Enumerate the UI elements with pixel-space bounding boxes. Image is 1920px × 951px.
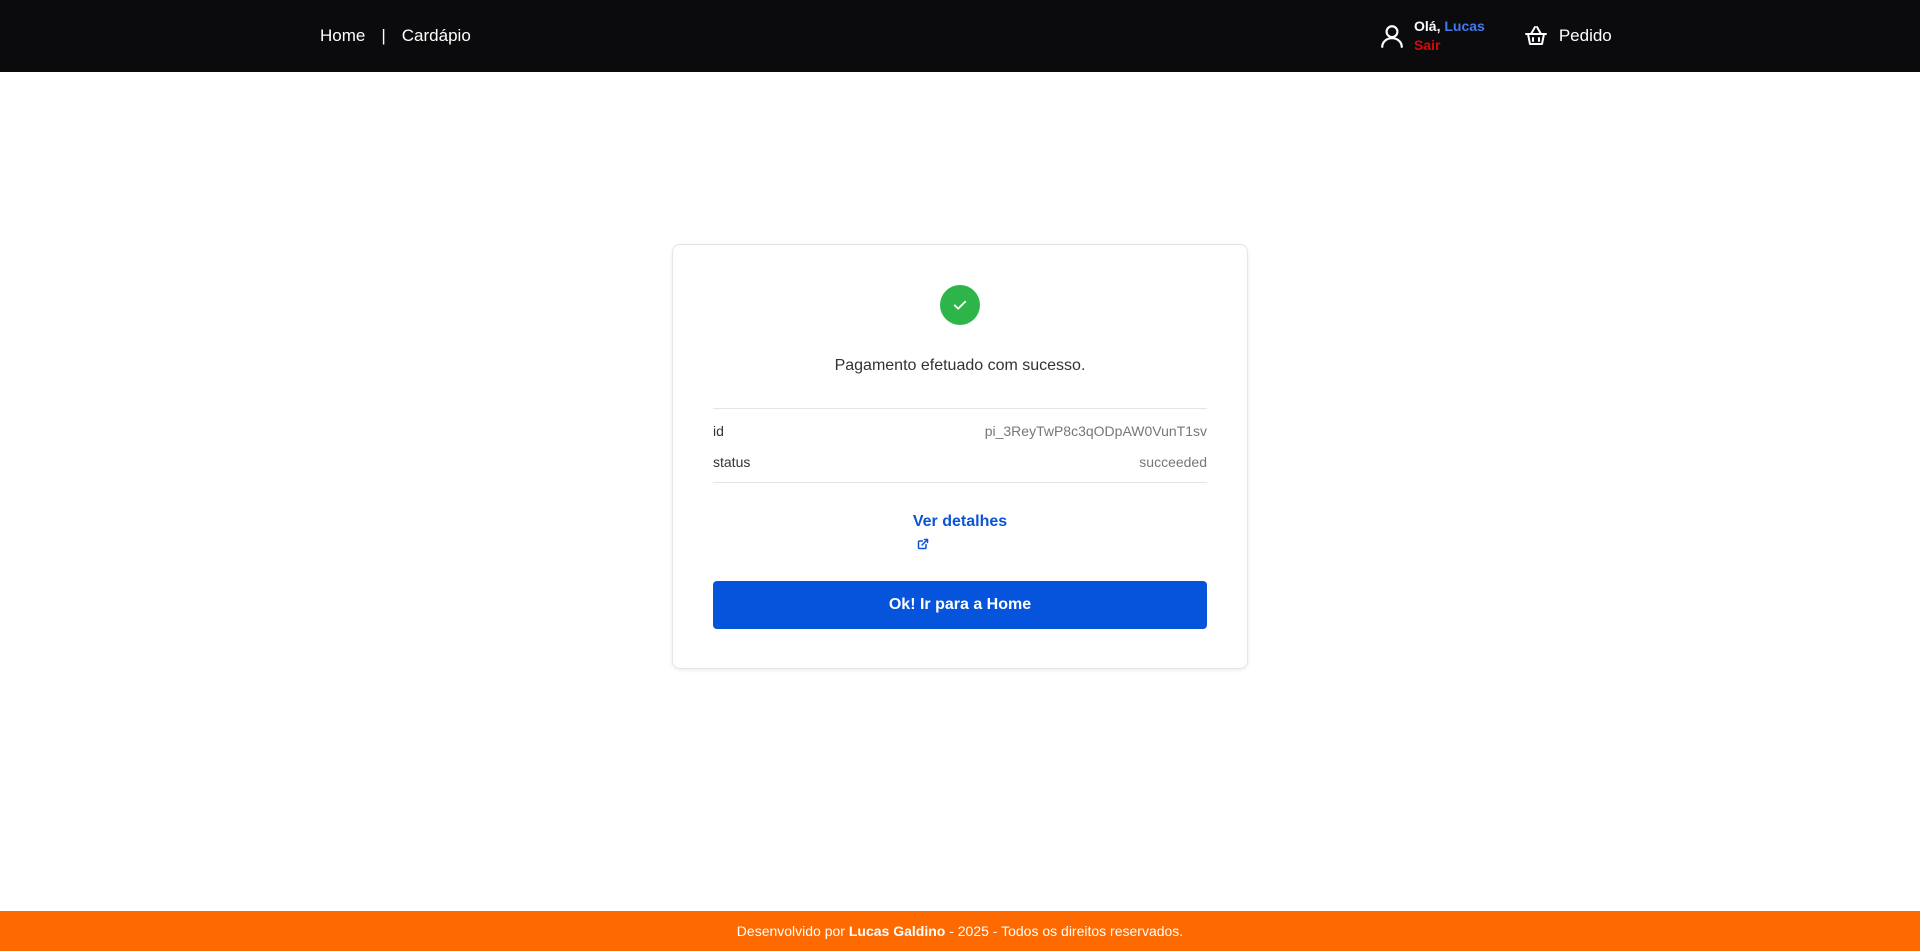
detail-value: pi_3ReyTwP8c3qODpAW0VunT1sv — [984, 423, 1207, 439]
detail-key: id — [713, 423, 724, 439]
user-greeting: Olá, Lucas — [1414, 17, 1485, 36]
footer: Desenvolvido por Lucas Galdino - 2025 - … — [0, 911, 1920, 951]
nav-separator: | — [381, 26, 386, 45]
nav-home-link[interactable]: Home — [320, 26, 365, 46]
nav-user-area: Olá, Lucas Sair Pedido — [1378, 0, 1612, 72]
user-name: Lucas — [1444, 18, 1485, 34]
external-link-icon[interactable] — [917, 537, 929, 550]
basket-icon — [1523, 23, 1549, 49]
user-text: Olá, Lucas Sair — [1414, 17, 1485, 55]
view-details-link[interactable]: Ver detalhes — [673, 513, 1247, 531]
order-button[interactable]: Pedido — [1523, 23, 1612, 49]
detail-key: status — [713, 454, 751, 470]
payment-success-card: Pagamento efetuado com sucesso. id pi_3R… — [672, 244, 1248, 669]
user-icon — [1378, 22, 1406, 50]
detail-value: succeeded — [1139, 454, 1207, 470]
main-nav: Home | Cardápio — [320, 0, 471, 72]
user-block: Olá, Lucas Sair — [1378, 17, 1485, 55]
footer-text: Desenvolvido por Lucas Galdino - 2025 - … — [737, 923, 1183, 939]
greeting-label: Olá, — [1414, 18, 1441, 34]
check-icon — [940, 285, 980, 325]
footer-suffix: - 2025 - Todos os direitos reservados. — [945, 923, 1184, 939]
footer-author: Lucas Galdino — [848, 923, 946, 939]
go-home-button[interactable]: Ok! Ir para a Home — [713, 581, 1207, 629]
detail-row: status succeeded — [713, 452, 1207, 472]
logout-link[interactable]: Sair — [1414, 36, 1485, 55]
nav-menu-link[interactable]: Cardápio — [402, 26, 471, 46]
order-label: Pedido — [1558, 26, 1612, 45]
top-navbar: Home | Cardápio Olá, Lucas Sair Pedido — [0, 0, 1920, 72]
footer-prefix: Desenvolvido por — [736, 923, 849, 939]
detail-row: id pi_3ReyTwP8c3qODpAW0VunT1sv — [713, 421, 1207, 441]
payment-details: id pi_3ReyTwP8c3qODpAW0VunT1sv status su… — [713, 408, 1207, 483]
success-message: Pagamento efetuado com sucesso. — [834, 357, 1086, 374]
